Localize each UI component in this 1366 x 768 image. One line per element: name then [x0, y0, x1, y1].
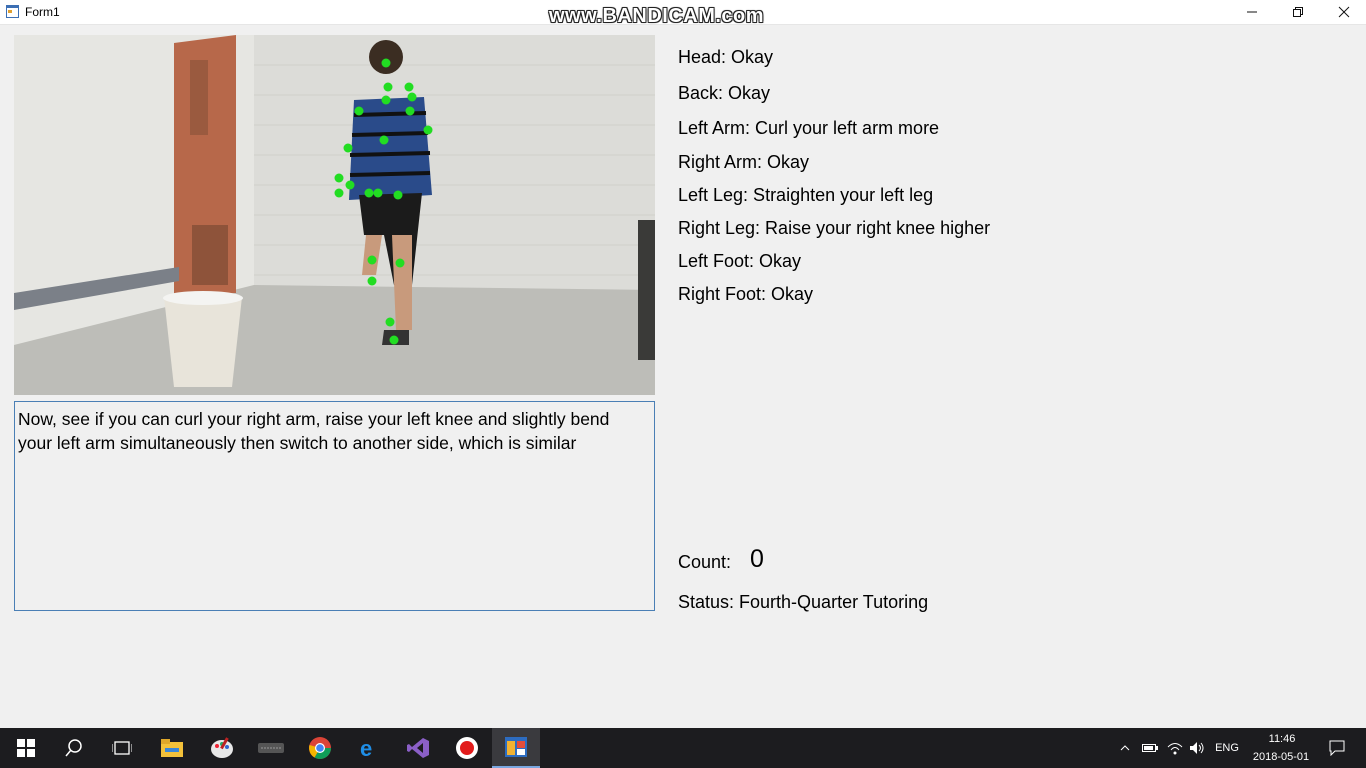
keyboard-app-button[interactable]	[247, 728, 295, 768]
feedback-left-arm: Left Arm: Curl your left arm more	[678, 118, 940, 138]
app-icon	[6, 5, 19, 18]
battery-tray[interactable]	[1140, 728, 1160, 768]
skeleton-joint	[343, 143, 353, 153]
skeleton-joint	[334, 188, 344, 198]
skeleton-joint	[407, 92, 417, 102]
feedback-back: Back: Okay	[678, 83, 771, 103]
skeleton-joint	[385, 317, 395, 327]
count-label: Count:	[678, 552, 732, 572]
notification-icon	[1329, 740, 1345, 756]
skeleton-joint	[405, 106, 415, 116]
skeleton-joint	[373, 188, 383, 198]
skeleton-joint	[395, 258, 405, 268]
skeleton-joint	[423, 125, 433, 135]
windows-icon	[17, 739, 35, 757]
skeleton-joint	[383, 82, 393, 92]
camera-feed	[14, 35, 655, 395]
search-button[interactable]	[50, 728, 98, 768]
bandicam-button[interactable]	[443, 728, 491, 768]
visual-studio-icon	[407, 738, 429, 758]
feedback-right-foot: Right Foot: Okay	[678, 284, 814, 304]
skeleton-joint	[367, 255, 377, 265]
battery-icon	[1142, 744, 1158, 752]
clock-date[interactable]: 2018-05-01	[1248, 751, 1314, 763]
feedback-head: Head: Okay	[678, 47, 774, 67]
instruction-text: Now, see if you can curl your right arm,…	[18, 409, 610, 453]
language-indicator[interactable]: ENG	[1210, 728, 1244, 768]
edge-icon: e	[360, 737, 372, 759]
camera-scene	[14, 35, 655, 395]
folder-icon	[161, 739, 183, 757]
recording-watermark: www.BANDICAM.com	[549, 5, 765, 27]
taskbar: e ENG	[0, 728, 1366, 768]
paint-button[interactable]	[198, 728, 246, 768]
count-value: 0	[750, 545, 764, 573]
start-button[interactable]	[2, 728, 50, 768]
restore-icon	[1293, 7, 1303, 17]
skeleton-joint	[393, 190, 403, 200]
skeleton-joint	[381, 95, 391, 105]
minimize-button[interactable]	[1229, 0, 1275, 24]
feedback-right-arm: Right Arm: Okay	[678, 152, 810, 172]
form-app-button[interactable]	[492, 728, 540, 768]
close-button[interactable]	[1321, 0, 1366, 24]
chevron-up-icon	[1120, 745, 1130, 751]
feedback-left-leg: Left Leg: Straighten your left leg	[678, 185, 934, 205]
skeleton-joint	[379, 135, 389, 145]
network-tray[interactable]	[1165, 728, 1185, 768]
chrome-icon	[309, 737, 331, 759]
action-center-button[interactable]	[1322, 728, 1352, 768]
skeleton-joint	[364, 188, 374, 198]
restore-button[interactable]	[1275, 0, 1321, 24]
status-text: Status: Fourth-Quarter Tutoring	[678, 592, 929, 612]
visual-studio-button[interactable]	[394, 728, 442, 768]
skeleton-joint	[404, 82, 414, 92]
close-icon	[1338, 6, 1350, 18]
title-bar: Form1 www.BANDICAM.com	[0, 0, 1366, 27]
keyboard-icon	[258, 743, 284, 753]
skeleton-joint	[367, 276, 377, 286]
skeleton-joint	[345, 180, 355, 190]
window-title: Form1	[25, 5, 60, 19]
task-view-icon	[112, 741, 132, 755]
skeleton-joint	[354, 106, 364, 116]
skeleton-joint	[389, 335, 399, 345]
speaker-icon	[1190, 742, 1204, 754]
skeleton-joint	[334, 173, 344, 183]
wifi-icon	[1167, 743, 1183, 755]
svg-text:e: e	[360, 737, 372, 759]
show-hidden-icons[interactable]	[1117, 728, 1133, 768]
form-app-icon	[505, 737, 527, 757]
paint-icon	[211, 737, 233, 758]
record-icon	[456, 737, 478, 759]
clock-time[interactable]: 11:46	[1252, 733, 1312, 745]
volume-tray[interactable]	[1187, 728, 1207, 768]
minimize-icon	[1247, 11, 1257, 13]
feedback-right-leg: Right Leg: Raise your right knee higher	[678, 218, 991, 238]
feedback-left-foot: Left Foot: Okay	[678, 251, 802, 271]
task-view-button[interactable]	[98, 728, 146, 768]
file-explorer-button[interactable]	[148, 728, 196, 768]
chrome-button[interactable]	[296, 728, 344, 768]
skeleton-joint	[381, 58, 391, 68]
search-icon	[65, 739, 82, 757]
edge-button[interactable]: e	[345, 728, 393, 768]
instruction-textbox[interactable]: Now, see if you can curl your right arm,…	[14, 401, 655, 611]
